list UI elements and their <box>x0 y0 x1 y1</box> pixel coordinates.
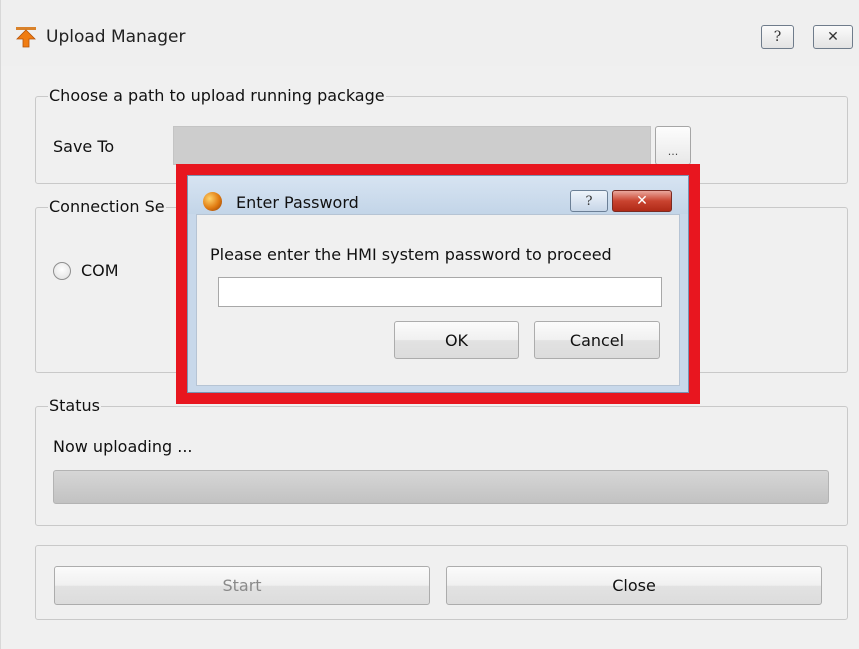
upload-progress-bar <box>53 470 829 504</box>
status-groupbox: Status <box>35 396 848 526</box>
dialog-title: Enter Password <box>236 193 359 212</box>
close-icon: ✕ <box>636 193 648 209</box>
ellipsis-icon: ... <box>667 145 679 158</box>
save-to-label: Save To <box>53 137 115 156</box>
com-label[interactable]: COM <box>81 261 119 280</box>
connection-group-title: Connection Se <box>48 197 166 216</box>
help-icon: ? <box>773 29 782 45</box>
close-icon: ✕ <box>827 29 839 45</box>
status-group-title: Status <box>48 396 101 415</box>
help-button[interactable]: ? <box>761 25 794 49</box>
app-logo-icon <box>203 192 222 211</box>
help-icon: ? <box>585 193 593 209</box>
close-button[interactable]: Close <box>446 566 822 605</box>
save-to-field[interactable] <box>173 126 651 165</box>
path-group-title: Choose a path to upload running package <box>48 86 386 105</box>
com-radio[interactable] <box>53 262 71 280</box>
dialog-help-button[interactable]: ? <box>570 190 608 212</box>
title-bar: Upload Manager ? ✕ <box>1 0 859 66</box>
ok-button[interactable]: OK <box>394 321 519 359</box>
status-text: Now uploading ... <box>53 437 193 456</box>
cancel-button[interactable]: Cancel <box>534 321 660 359</box>
close-window-button[interactable]: ✕ <box>813 25 853 49</box>
browse-button[interactable]: ... <box>655 126 691 165</box>
password-prompt: Please enter the HMI system password to … <box>210 245 612 264</box>
start-button[interactable]: Start <box>54 566 430 605</box>
upload-arrow-icon <box>16 27 36 48</box>
password-input[interactable] <box>218 277 662 307</box>
window-title: Upload Manager <box>46 27 186 47</box>
enter-password-dialog: Enter Password ? ✕ Please enter the HMI … <box>187 175 689 393</box>
dialog-close-button[interactable]: ✕ <box>612 190 672 212</box>
